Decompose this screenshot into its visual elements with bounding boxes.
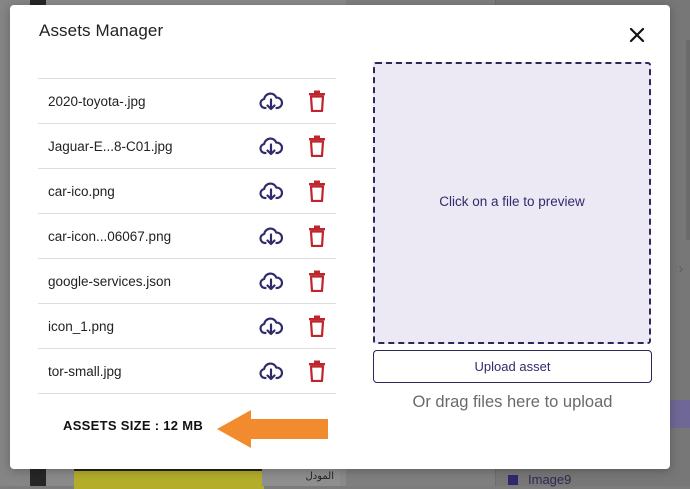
close-button[interactable] (625, 23, 649, 47)
cloud-download-icon[interactable] (259, 136, 284, 156)
background-list-item: Image9 (508, 472, 571, 487)
trash-icon[interactable] (308, 315, 326, 338)
file-row[interactable]: car-ico.png (38, 169, 336, 214)
file-name[interactable]: 2020-toyota-.jpg (48, 94, 146, 109)
file-name[interactable]: google-services.json (48, 274, 171, 289)
file-name[interactable]: tor-small.jpg (48, 364, 122, 379)
background-scrollbar (686, 40, 690, 240)
file-name[interactable]: Jaguar-E...8-C01.jpg (48, 139, 173, 154)
image-icon (508, 474, 518, 485)
dialog-title: Assets Manager (39, 21, 164, 40)
file-preview-area[interactable]: Click on a file to preview (373, 62, 651, 344)
preview-placeholder: Click on a file to preview (439, 193, 585, 209)
file-name[interactable]: car-ico.png (48, 184, 115, 199)
trash-icon[interactable] (308, 225, 326, 248)
file-row[interactable]: google-services.json (38, 259, 336, 304)
cloud-download-icon[interactable] (259, 271, 284, 291)
cloud-download-icon[interactable] (259, 316, 284, 336)
trash-icon[interactable] (308, 270, 326, 293)
trash-icon[interactable] (308, 90, 326, 113)
assets-size-label: ASSETS SIZE : 12 MB (63, 418, 204, 433)
upload-asset-button[interactable]: Upload asset (373, 350, 652, 383)
assets-manager-dialog: Assets Manager 2020-toyota-.jpg Jaguar-E.… (10, 5, 670, 469)
file-row[interactable]: 2020-toyota-.jpg (38, 79, 336, 124)
file-row[interactable]: car-icon...06067.png (38, 214, 336, 259)
trash-icon[interactable] (308, 180, 326, 203)
file-list: 2020-toyota-.jpg Jaguar-E...8-C01.jpg car-… (38, 78, 336, 394)
file-row[interactable]: tor-small.jpg (38, 349, 336, 394)
chevron-right-icon: › (678, 260, 684, 276)
background-arabic-label: المودل (262, 468, 340, 486)
close-icon (629, 27, 645, 43)
trash-icon[interactable] (308, 360, 326, 383)
trash-icon[interactable] (308, 135, 326, 158)
file-name[interactable]: car-icon...06067.png (48, 229, 171, 244)
file-name[interactable]: icon_1.png (48, 319, 114, 334)
background-list-item-label: Image9 (528, 472, 572, 487)
cloud-download-icon[interactable] (259, 226, 284, 246)
file-row[interactable]: Jaguar-E...8-C01.jpg (38, 124, 336, 169)
cloud-download-icon[interactable] (259, 91, 284, 111)
file-row[interactable]: icon_1.png (38, 304, 336, 349)
drag-drop-hint: Or drag files here to upload (412, 393, 613, 411)
background-selected-item (670, 400, 690, 428)
cloud-download-icon[interactable] (259, 361, 284, 381)
arrow-left-icon (217, 410, 328, 448)
cloud-download-icon[interactable] (259, 181, 284, 201)
